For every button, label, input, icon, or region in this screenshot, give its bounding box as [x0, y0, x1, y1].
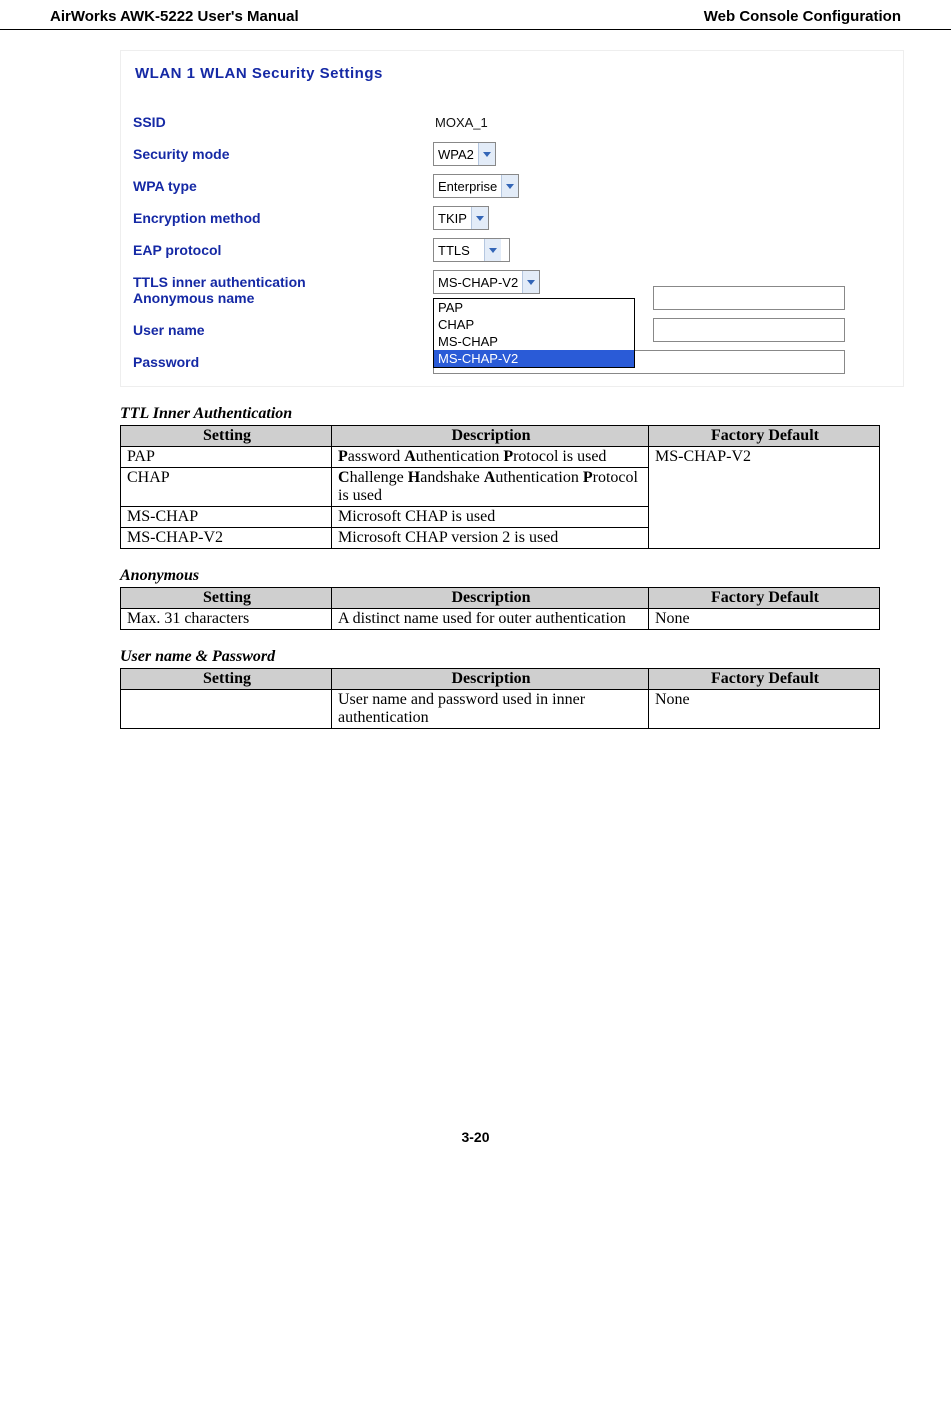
- table-header-row: Setting Description Factory Default: [121, 588, 880, 609]
- cell-description: Password Authentication Protocol is used: [332, 447, 649, 468]
- page-header: AirWorks AWK-5222 User's Manual Web Cons…: [0, 0, 951, 30]
- cell-setting: MS-CHAP: [121, 507, 332, 528]
- dropdown-option-selected[interactable]: MS-CHAP-V2: [434, 350, 634, 367]
- ssid-row: SSID MOXA_1: [133, 108, 893, 136]
- col-factory-default: Factory Default: [649, 669, 880, 690]
- col-factory-default: Factory Default: [649, 588, 880, 609]
- col-setting: Setting: [121, 669, 332, 690]
- dropdown-option[interactable]: PAP: [434, 299, 634, 316]
- ttl-table: Setting Description Factory Default PAP …: [120, 425, 880, 549]
- security-mode-label: Security mode: [133, 146, 433, 162]
- dropdown-option[interactable]: CHAP: [434, 316, 634, 333]
- cell-setting: [121, 690, 332, 729]
- screenshot-title: WLAN 1 WLAN Security Settings: [135, 65, 893, 82]
- page-number: 3-20: [50, 1129, 901, 1145]
- cell-description: Challenge Handshake Authentication Proto…: [332, 468, 649, 507]
- table-row: PAP Password Authentication Protocol is …: [121, 447, 880, 468]
- embedded-screenshot: WLAN 1 WLAN Security Settings SSID MOXA_…: [120, 50, 904, 387]
- ssid-value: MOXA_1: [433, 115, 488, 130]
- header-left: AirWorks AWK-5222 User's Manual: [50, 8, 299, 25]
- username-label: User name: [133, 322, 433, 338]
- encryption-label: Encryption method: [133, 210, 433, 226]
- eap-row: EAP protocol TTLS: [133, 236, 893, 264]
- username-input[interactable]: [653, 318, 845, 342]
- ssid-label: SSID: [133, 114, 433, 130]
- cell-setting: Max. 31 characters: [121, 609, 332, 630]
- dropdown-option[interactable]: MS-CHAP: [434, 333, 634, 350]
- col-description: Description: [332, 426, 649, 447]
- eap-label: EAP protocol: [133, 242, 433, 258]
- anonymous-caption: Anonymous: [120, 567, 901, 585]
- cell-description: A distinct name used for outer authentic…: [332, 609, 649, 630]
- encryption-value: TKIP: [438, 211, 467, 226]
- table-row: User name and password used in inner aut…: [121, 690, 880, 729]
- cell-description: User name and password used in inner aut…: [332, 690, 649, 729]
- security-mode-select[interactable]: WPA2: [433, 142, 496, 166]
- anonymous-label: Anonymous name: [133, 290, 433, 306]
- password-label: Password: [133, 354, 433, 370]
- encryption-row: Encryption method TKIP: [133, 204, 893, 232]
- security-mode-row: Security mode WPA2: [133, 140, 893, 168]
- chevron-down-icon: [484, 239, 501, 261]
- cell-description: Microsoft CHAP version 2 is used: [332, 528, 649, 549]
- encryption-select[interactable]: TKIP: [433, 206, 489, 230]
- page-body: WLAN 1 WLAN Security Settings SSID MOXA_…: [0, 50, 951, 1185]
- ttls-value: MS-CHAP-V2: [438, 275, 518, 290]
- ttls-select[interactable]: MS-CHAP-V2: [433, 270, 540, 294]
- cell-setting: PAP: [121, 447, 332, 468]
- cell-setting: MS-CHAP-V2: [121, 528, 332, 549]
- eap-value: TTLS: [438, 243, 470, 258]
- anonymous-input[interactable]: [653, 286, 845, 310]
- cell-factory-default: MS-CHAP-V2: [649, 447, 880, 549]
- cell-setting: CHAP: [121, 468, 332, 507]
- col-description: Description: [332, 588, 649, 609]
- table-header-row: Setting Description Factory Default: [121, 426, 880, 447]
- col-factory-default: Factory Default: [649, 426, 880, 447]
- user-table: Setting Description Factory Default User…: [120, 668, 880, 729]
- col-setting: Setting: [121, 588, 332, 609]
- wpa-type-select[interactable]: Enterprise: [433, 174, 519, 198]
- ttl-caption: TTL Inner Authentication: [120, 405, 901, 423]
- wpa-type-row: WPA type Enterprise: [133, 172, 893, 200]
- chevron-down-icon: [478, 143, 495, 165]
- header-right: Web Console Configuration: [704, 8, 901, 25]
- eap-select[interactable]: TTLS: [433, 238, 510, 262]
- table-row: Max. 31 characters A distinct name used …: [121, 609, 880, 630]
- table-header-row: Setting Description Factory Default: [121, 669, 880, 690]
- wpa-type-value: Enterprise: [438, 179, 497, 194]
- anonymous-table: Setting Description Factory Default Max.…: [120, 587, 880, 630]
- ttls-dropdown-popup[interactable]: PAP CHAP MS-CHAP MS-CHAP-V2: [433, 298, 635, 368]
- wpa-type-label: WPA type: [133, 178, 433, 194]
- col-setting: Setting: [121, 426, 332, 447]
- col-description: Description: [332, 669, 649, 690]
- cell-factory-default: None: [649, 609, 880, 630]
- user-caption: User name & Password: [120, 648, 901, 666]
- ttls-label: TTLS inner authentication: [133, 274, 433, 290]
- chevron-down-icon: [522, 271, 539, 293]
- cell-description: Microsoft CHAP is used: [332, 507, 649, 528]
- cell-factory-default: None: [649, 690, 880, 729]
- chevron-down-icon: [471, 207, 488, 229]
- chevron-down-icon: [501, 175, 518, 197]
- security-mode-value: WPA2: [438, 147, 474, 162]
